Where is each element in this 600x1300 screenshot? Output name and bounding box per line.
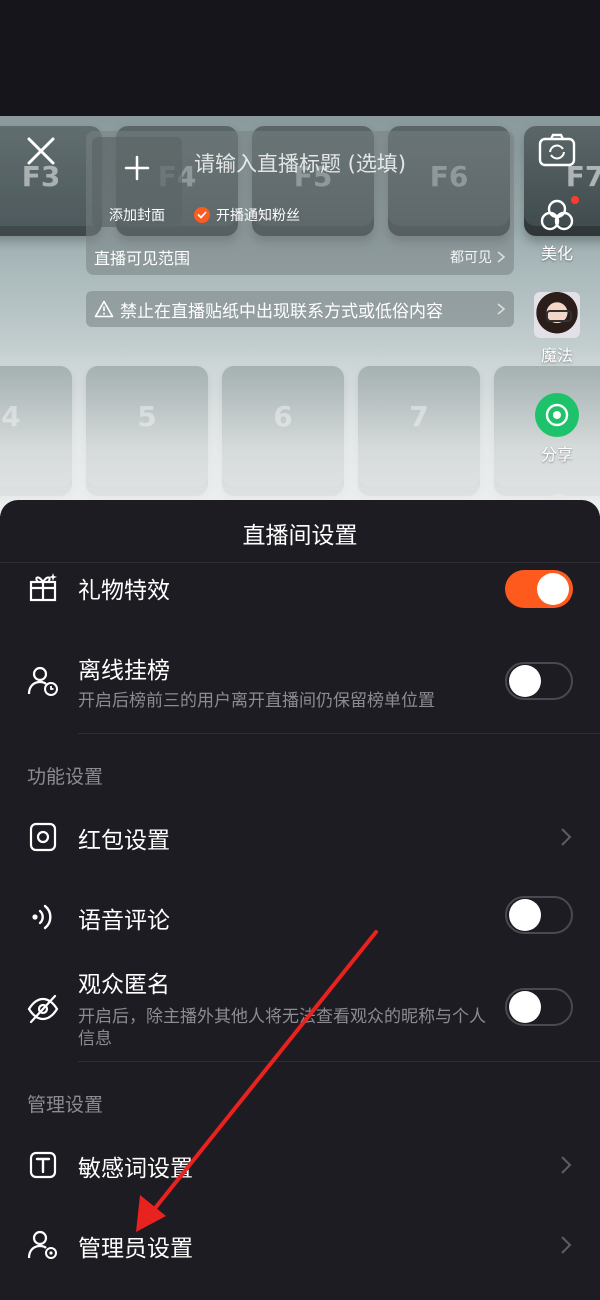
camera-haze [0, 346, 600, 516]
add-cover-label: 添加封面 [109, 208, 165, 224]
beauty-label: 美化 [540, 244, 573, 263]
anonymous-viewers-toggle[interactable] [505, 988, 573, 1026]
sensitive-words-label: 敏感词设置 [78, 1156, 193, 1182]
chevron-right-icon [561, 1236, 572, 1254]
check-icon [194, 207, 210, 223]
camera-flip-icon [538, 133, 576, 167]
gift-effects-label: 礼物特效 [78, 578, 170, 604]
close-icon [27, 137, 55, 165]
live-room-settings-sheet: 直播间设置 礼物特效 离线挂榜 开启后榜前三的用户离开直播间仍保留榜单位置 功能… [0, 500, 600, 1300]
sticker-warning-banner[interactable]: 禁止在直播贴纸中出现联系方式或低俗内容 [86, 291, 514, 327]
magic-avatar [534, 292, 580, 338]
notification-dot [571, 196, 579, 204]
offline-ranking-desc: 开启后榜前三的用户离开直播间仍保留榜单位置 [78, 691, 435, 711]
row-anonymous-viewers: 观众匿名 开启后，除主播外其他人将无法查看观众的昵称与个人信息 [0, 962, 600, 1062]
sheet-title: 直播间设置 [242, 523, 358, 549]
add-cover-button[interactable]: 添加封面 [92, 137, 182, 227]
chevron-right-icon [561, 1156, 572, 1174]
visibility-value: 都可见 [450, 247, 506, 267]
live-title-input[interactable] [192, 151, 496, 177]
row-sensitive-words[interactable]: 敏感词设置 [0, 1128, 600, 1204]
warning-icon [94, 300, 114, 318]
warning-text: 禁止在直播贴纸中出现联系方式或低俗内容 [120, 301, 443, 322]
sheet-divider [0, 562, 600, 563]
row-gift-effects: 礼物特效 [0, 564, 600, 644]
separator [78, 1061, 600, 1062]
beauty-button[interactable]: 美化 [530, 196, 584, 264]
live-title-card: 添加封面 开播通知粉丝 直播可见范围 都可见 [86, 131, 514, 275]
chevron-right-icon [561, 828, 572, 846]
close-button[interactable] [22, 132, 60, 170]
share-icon [545, 403, 569, 427]
red-packet-icon [29, 822, 57, 852]
chevron-right-icon [497, 251, 506, 263]
voice-comment-label: 语音评论 [78, 908, 170, 934]
gift-effects-toggle[interactable] [505, 570, 573, 608]
visibility-value-text: 都可见 [450, 250, 492, 266]
share-label: 分享 [540, 445, 573, 464]
row-offline-ranking: 离线挂榜 开启后榜前三的用户离开直播间仍保留榜单位置 [0, 644, 600, 736]
gift-icon [29, 573, 57, 602]
visibility-row[interactable]: 直播可见范围 都可见 [94, 245, 506, 269]
notify-fans-checkbox[interactable]: 开播通知粉丝 [194, 205, 300, 225]
red-packet-label: 红包设置 [78, 828, 170, 854]
offline-ranking-toggle[interactable] [505, 662, 573, 700]
share-button[interactable]: 分享 [530, 393, 584, 465]
row-red-packet[interactable]: 红包设置 [0, 800, 600, 876]
separator [78, 733, 600, 734]
anonymous-viewers-desc: 开启后，除主播外其他人将无法查看观众的昵称与个人信息 [78, 1007, 486, 1049]
plus-icon [124, 155, 150, 181]
status-bar [0, 0, 600, 116]
anonymous-viewers-label: 观众匿名 [78, 972, 170, 998]
section-management-settings: 管理设置 [27, 1094, 104, 1116]
admin-user-icon [27, 1230, 57, 1259]
text-box-icon [29, 1151, 57, 1179]
row-admin-settings[interactable]: 管理员设置 [0, 1208, 600, 1284]
magic-label: 魔法 [540, 346, 573, 365]
voice-comment-toggle[interactable] [505, 896, 573, 934]
user-clock-icon [27, 666, 58, 696]
voice-icon [32, 904, 52, 930]
eye-off-icon [27, 994, 59, 1024]
chevron-right-icon [497, 303, 506, 315]
admin-settings-label: 管理员设置 [78, 1236, 193, 1262]
magic-button[interactable]: 魔法 [530, 292, 584, 366]
section-function-settings: 功能设置 [27, 766, 104, 788]
notify-fans-label: 开播通知粉丝 [216, 208, 300, 224]
row-voice-comment: 语音评论 [0, 880, 600, 956]
flip-camera-button[interactable] [530, 132, 584, 172]
visibility-label: 直播可见范围 [94, 249, 191, 268]
offline-ranking-label: 离线挂榜 [78, 658, 170, 684]
